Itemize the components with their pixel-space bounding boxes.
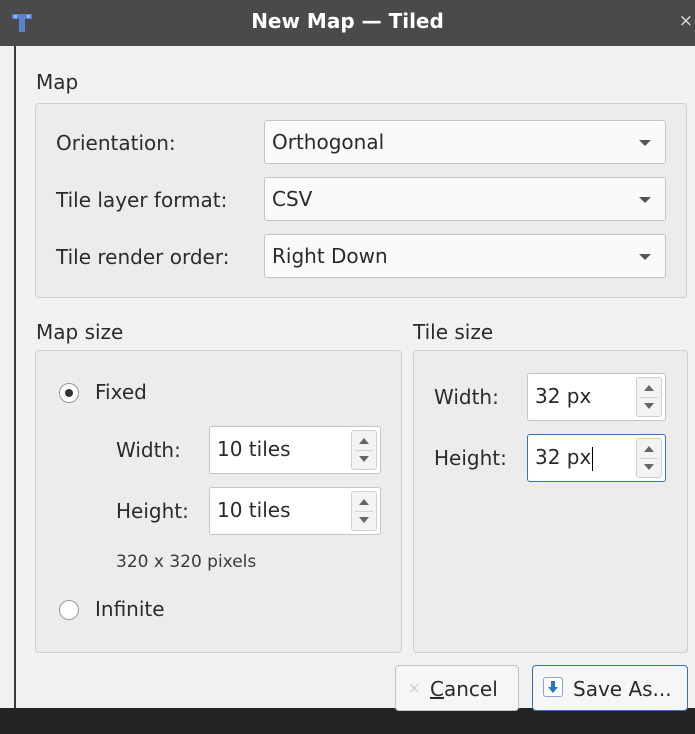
window-border <box>14 46 16 708</box>
save-as-label: Save As... <box>573 677 672 701</box>
fixed-radio[interactable] <box>59 383 79 403</box>
cancel-button[interactable]: × Cancel <box>395 665 519 711</box>
map-height-value: 10 tiles <box>217 498 291 522</box>
text-cursor <box>592 446 594 471</box>
increment-arrow-icon[interactable] <box>359 438 369 444</box>
download-icon <box>543 677 563 697</box>
decrement-arrow-icon[interactable] <box>644 403 654 409</box>
map-width-value: 10 tiles <box>217 437 291 461</box>
increment-arrow-icon[interactable] <box>644 385 654 391</box>
tile-height-spinbox[interactable]: 32 px <box>527 434 666 482</box>
tile-height-value: 32 px <box>535 445 592 469</box>
tile-width-value: 32 px <box>535 384 592 408</box>
close-window-icon[interactable]: × <box>679 11 693 31</box>
layer-format-value: CSV <box>272 187 313 211</box>
map-height-stepper[interactable] <box>351 491 377 531</box>
tile-width-stepper[interactable] <box>636 377 662 417</box>
stepper-divider <box>640 397 658 398</box>
render-order-dropdown[interactable]: Right Down <box>264 234 666 278</box>
layer-format-label: Tile layer format: <box>56 188 228 212</box>
cancel-label-rest: ancel <box>443 677 498 701</box>
tile-width-spinbox[interactable]: 32 px <box>527 373 666 421</box>
orientation-dropdown[interactable]: Orthogonal <box>264 120 666 164</box>
save-as-button[interactable]: Save As... <box>532 665 688 711</box>
orientation-value: Orthogonal <box>272 130 385 154</box>
decrement-arrow-icon[interactable] <box>359 517 369 523</box>
map-width-stepper[interactable] <box>351 430 377 470</box>
cancel-mnemonic: C <box>430 677 444 701</box>
infinite-radio[interactable] <box>59 600 79 620</box>
stepper-divider <box>640 458 658 459</box>
tile-width-label: Width: <box>434 385 499 409</box>
decrement-arrow-icon[interactable] <box>644 464 654 470</box>
fixed-radio-label[interactable]: Fixed <box>95 380 147 404</box>
infinite-radio-label[interactable]: Infinite <box>95 597 165 621</box>
orientation-label: Orientation: <box>56 131 176 155</box>
render-order-label: Tile render order: <box>56 245 230 269</box>
tile-size-heading: Tile size <box>413 320 494 344</box>
decrement-arrow-icon[interactable] <box>359 456 369 462</box>
chevron-down-icon <box>639 140 651 146</box>
chevron-down-icon <box>639 197 651 203</box>
map-width-label: Width: <box>116 438 181 462</box>
radio-selected-dot <box>65 389 73 397</box>
map-size-heading: Map size <box>36 320 124 344</box>
map-width-spinbox[interactable]: 10 tiles <box>209 426 381 474</box>
stepper-divider <box>355 511 373 512</box>
map-height-spinbox[interactable]: 10 tiles <box>209 487 381 535</box>
tile-height-stepper[interactable] <box>636 438 662 478</box>
stepper-divider <box>355 450 373 451</box>
cancel-button-label: Cancel <box>430 677 498 701</box>
tile-height-label: Height: <box>434 446 507 470</box>
render-order-value: Right Down <box>272 244 388 268</box>
layer-format-dropdown[interactable]: CSV <box>264 177 666 221</box>
window-bottom-edge <box>0 708 695 734</box>
pixel-size-text: 320 x 320 pixels <box>116 552 257 572</box>
increment-arrow-icon[interactable] <box>359 499 369 505</box>
increment-arrow-icon[interactable] <box>644 446 654 452</box>
window-title: New Map — Tiled <box>251 9 444 33</box>
close-icon: × <box>408 679 421 697</box>
map-group-heading: Map <box>36 70 79 94</box>
map-height-label: Height: <box>116 499 189 523</box>
chevron-down-icon <box>639 254 651 260</box>
